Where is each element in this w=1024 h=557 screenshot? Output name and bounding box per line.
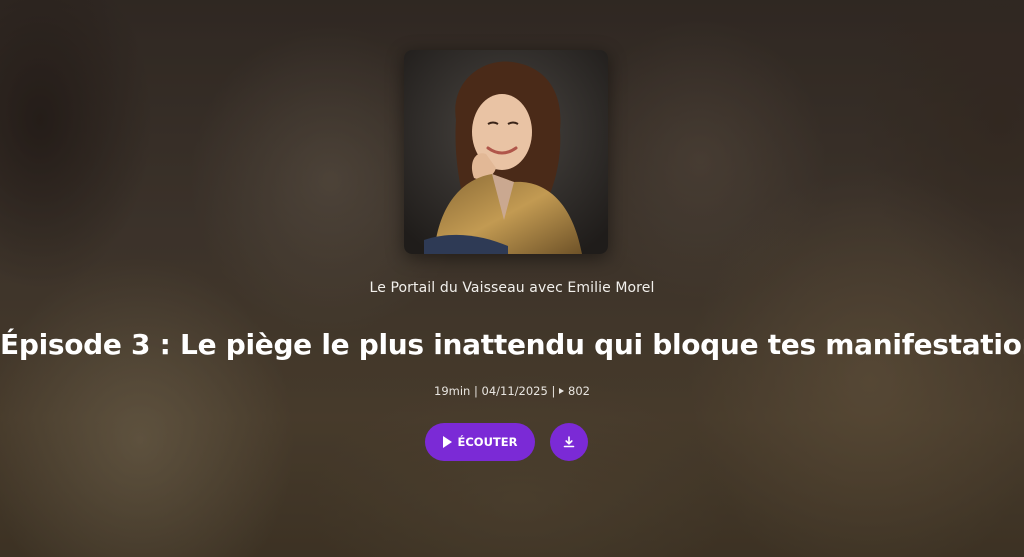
episode-plays: 802 [568, 384, 590, 398]
episode-title: Épisode 3 : Le piège le plus inattendu q… [0, 328, 1024, 361]
episode-header: Le Portail du Vaisseau avec Emilie Morel… [0, 0, 1024, 557]
meta-separator: | [551, 384, 560, 398]
meta-separator: | [474, 384, 482, 398]
download-button[interactable] [550, 423, 588, 461]
episode-meta: 19min | 04/11/2025 | 802 [0, 384, 1024, 398]
podcast-name[interactable]: Le Portail du Vaisseau avec Emilie Morel [0, 280, 1024, 296]
play-count-icon [559, 388, 565, 394]
episode-actions: ÉCOUTER [0, 423, 1024, 461]
episode-hero: Le Portail du Vaisseau avec Emilie Morel… [0, 0, 1024, 557]
listen-button[interactable]: ÉCOUTER [425, 423, 535, 461]
episode-duration: 19min [434, 384, 471, 398]
download-icon [563, 436, 575, 448]
listen-button-label: ÉCOUTER [457, 435, 518, 449]
episode-date: 04/11/2025 [481, 384, 548, 398]
play-icon [442, 436, 452, 448]
podcast-cover-image [404, 50, 608, 254]
